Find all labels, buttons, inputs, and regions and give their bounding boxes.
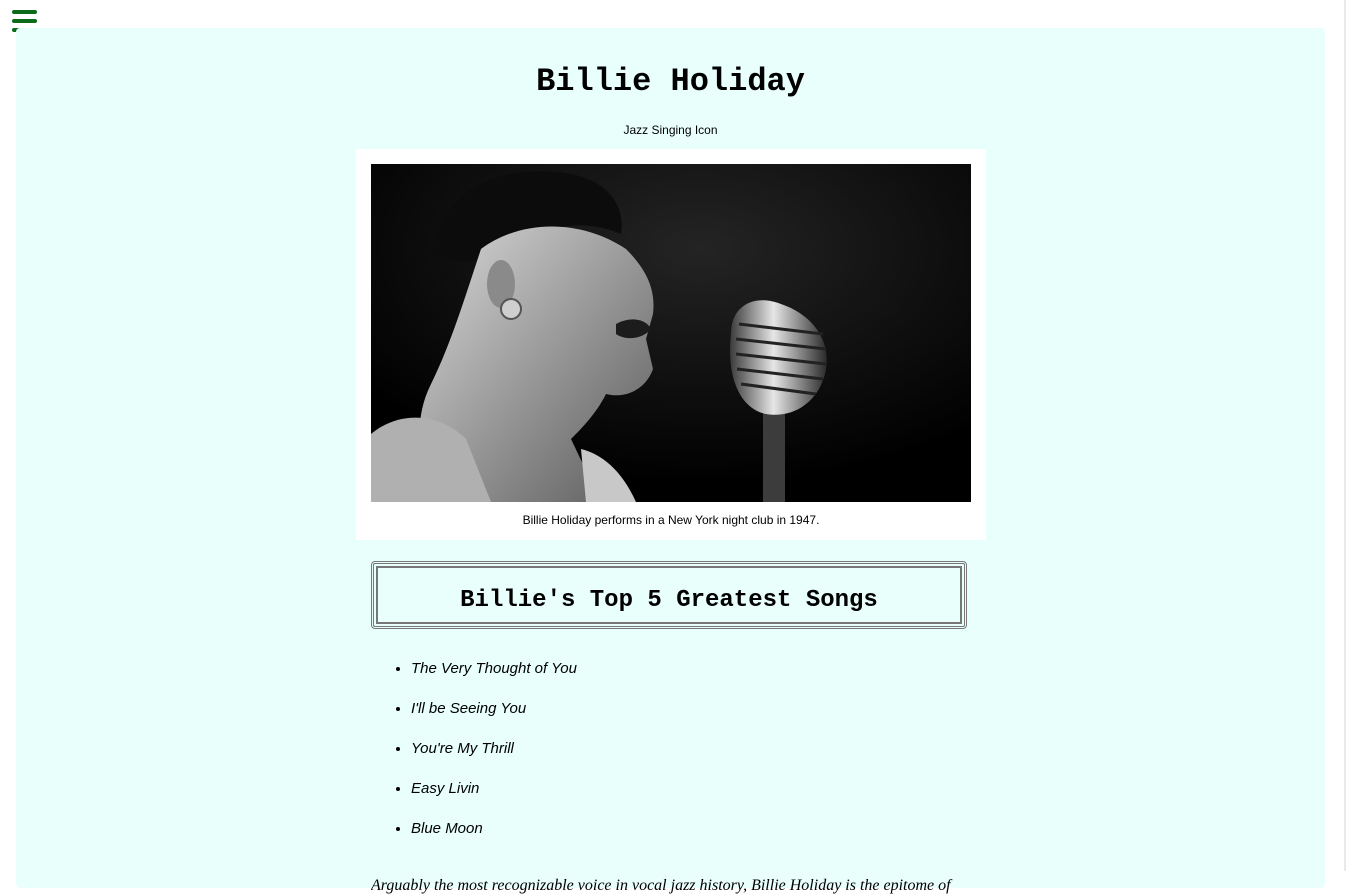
song-item: The Very Thought of You — [411, 659, 577, 699]
billie-holiday-photo — [371, 164, 971, 502]
photo-illustration — [371, 164, 971, 502]
image-caption: Billie Holiday performs in a New York ni… — [522, 513, 820, 527]
song-item: Blue Moon — [411, 819, 577, 859]
songs-heading: Billie's Top 5 Greatest Songs — [460, 587, 878, 614]
page-subtitle: Jazz Singing Icon — [623, 123, 718, 137]
intro-paragraph: Arguably the most recognizable voice in … — [371, 877, 951, 894]
menu-bar — [12, 19, 37, 23]
song-item: I'll be Seeing You — [411, 699, 577, 739]
menu-bar — [12, 10, 37, 14]
page-content: Billie Holiday Jazz Singing Icon Billie … — [16, 28, 1325, 894]
songs-list: The Very Thought of You I'll be Seeing Y… — [391, 659, 577, 859]
page-title: Billie Holiday — [536, 63, 805, 100]
songs-heading-box: Billie's Top 5 Greatest Songs — [371, 561, 967, 629]
image-figure: Billie Holiday performs in a New York ni… — [356, 149, 986, 540]
song-item: Easy Livin — [411, 779, 577, 819]
song-item: You're My Thrill — [411, 739, 577, 779]
